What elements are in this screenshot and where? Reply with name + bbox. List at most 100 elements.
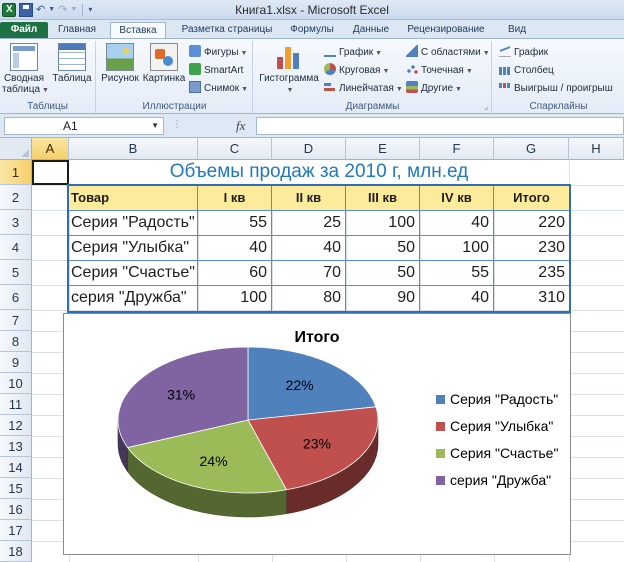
column-header-d[interactable]: D (272, 138, 346, 160)
row-header-12[interactable]: 12 (0, 415, 32, 436)
header-q4[interactable]: IV кв (420, 186, 494, 211)
tab-page-layout[interactable]: Разметка страницы (172, 22, 282, 38)
row-header-13[interactable]: 13 (0, 436, 32, 457)
table-cell-total[interactable]: 235 (494, 261, 569, 286)
name-box-value: A1 (63, 119, 78, 133)
table-cell-value[interactable]: 50 (346, 236, 420, 261)
table-cell-total[interactable]: 310 (494, 286, 569, 311)
tab-review[interactable]: Рецензирование (400, 22, 492, 38)
dialog-launcher-icon[interactable]: ⌟ (484, 102, 488, 111)
table-cell-value[interactable]: 90 (346, 286, 420, 311)
row-header-17[interactable]: 17 (0, 520, 32, 541)
tab-formulas[interactable]: Формулы (284, 22, 340, 38)
tab-view[interactable]: Вид (500, 22, 534, 38)
table-cell-value[interactable]: 40 (272, 236, 346, 261)
screenshot-button[interactable]: Снимок ▼ (189, 81, 248, 97)
sparkline-column-button[interactable]: Столбец (499, 63, 554, 79)
row-header-5[interactable]: 5 (0, 260, 32, 285)
chevron-down-icon: ▼ (465, 68, 473, 75)
row-header-8[interactable]: 8 (0, 331, 32, 352)
table-cell-total[interactable]: 220 (494, 211, 569, 236)
row-header-3[interactable]: 3 (0, 210, 32, 235)
header-q2[interactable]: II кв (272, 186, 346, 211)
column-header-f[interactable]: F (420, 138, 494, 160)
shapes-button[interactable]: Фигуры ▼ (189, 45, 247, 61)
header-product[interactable]: Товар (69, 186, 198, 211)
tab-data[interactable]: Данные (344, 22, 398, 38)
tab-home[interactable]: Главная (52, 22, 102, 38)
picture-button[interactable]: Рисунок (99, 43, 141, 84)
row-header-9[interactable]: 9 (0, 352, 32, 373)
table-cell-total[interactable]: 230 (494, 236, 569, 261)
worksheet-grid[interactable]: A B C D E F G H 1 2 3 4 5 6 7 8 9 10 11 … (0, 138, 624, 562)
row-header-18[interactable]: 18 (0, 541, 32, 562)
clipart-button[interactable]: Картинка (141, 43, 187, 84)
pie-chart-button[interactable]: Круговая ▼ (324, 63, 389, 79)
tab-insert[interactable]: Вставка (110, 22, 166, 38)
column-header-h[interactable]: H (569, 138, 624, 160)
smartart-button[interactable]: SmartArt (189, 63, 243, 79)
table-cell-value[interactable]: 70 (272, 261, 346, 286)
sparkline-column-label: Столбец (514, 65, 554, 76)
name-box[interactable]: A1 ▼ (4, 117, 164, 135)
group-label-illustrations: Иллюстрации (142, 101, 207, 112)
resize-handle-icon[interactable]: ⋮ (172, 119, 182, 130)
sparkline-line-button[interactable]: График (499, 45, 548, 61)
table-button[interactable]: Таблица (50, 43, 94, 84)
tab-file[interactable]: Файл (0, 22, 48, 38)
row-header-6[interactable]: 6 (0, 285, 32, 310)
sheet-title-cell[interactable]: Объемы продаж за 2010 г, млн.ед (69, 160, 569, 184)
column-header-c[interactable]: C (198, 138, 272, 160)
window-title: Книга1.xlsx - Microsoft Excel (235, 3, 389, 17)
formula-input[interactable] (256, 117, 624, 135)
column-header-e[interactable]: E (346, 138, 420, 160)
row-header-10[interactable]: 10 (0, 373, 32, 394)
pie-data-label: 22% (286, 377, 314, 393)
bar-chart-button[interactable]: Линейчатая ▼ (324, 81, 403, 97)
histogram-button[interactable]: Гистограмма ▼ (256, 43, 322, 96)
row-header-16[interactable]: 16 (0, 499, 32, 520)
header-q1[interactable]: I кв (198, 186, 272, 211)
pie-chart[interactable]: Итого 22% 23% 24% 31% Серия "Радость" Серия "У… (63, 313, 571, 555)
row-header-4[interactable]: 4 (0, 235, 32, 260)
table-cell-value[interactable]: 55 (420, 261, 494, 286)
scatter-chart-button[interactable]: Точечная ▼ (406, 63, 473, 79)
table-cell-value[interactable]: 25 (272, 211, 346, 236)
area-chart-button[interactable]: С областями ▼ (406, 45, 490, 61)
table-cell-product[interactable]: Серия "Улыбка" (69, 236, 198, 261)
column-header-a[interactable]: A (32, 138, 69, 160)
row-header-2[interactable]: 2 (0, 185, 32, 210)
table-cell-product[interactable]: серия "Дружба" (69, 286, 198, 311)
table-cell-value[interactable]: 100 (420, 236, 494, 261)
table-cell-value[interactable]: 60 (198, 261, 272, 286)
sparkline-winloss-button[interactable]: Выигрыш / проигрыш (499, 81, 613, 97)
line-chart-button[interactable]: График ▼ (324, 45, 382, 61)
chevron-down-icon[interactable]: ▼ (151, 118, 159, 134)
row-header-14[interactable]: 14 (0, 457, 32, 478)
row-header-7[interactable]: 7 (0, 310, 32, 331)
table-cell-value[interactable]: 50 (346, 261, 420, 286)
table-cell-value[interactable]: 100 (346, 211, 420, 236)
header-q3[interactable]: III кв (346, 186, 420, 211)
legend-swatch (436, 476, 445, 485)
insert-function-icon[interactable]: fx (236, 118, 245, 134)
pivot-table-button[interactable]: Сводная таблица ▼ (2, 43, 49, 96)
row-header-1[interactable]: 1 (0, 160, 32, 185)
table-cell-value[interactable]: 55 (198, 211, 272, 236)
sales-table: Товар I кв II кв III кв IV кв Итого Сери… (67, 184, 571, 313)
table-cell-value[interactable]: 80 (272, 286, 346, 311)
column-header-b[interactable]: B (69, 138, 198, 160)
table-cell-value[interactable]: 40 (198, 236, 272, 261)
header-total[interactable]: Итого (494, 186, 569, 211)
other-charts-button[interactable]: Другие ▼ (406, 81, 462, 97)
column-header-g[interactable]: G (494, 138, 569, 160)
table-cell-product[interactable]: Серия "Счастье" (69, 261, 198, 286)
select-all-button[interactable] (0, 138, 32, 160)
row-header-11[interactable]: 11 (0, 394, 32, 415)
table-cell-value[interactable]: 40 (420, 211, 494, 236)
table-cell-product[interactable]: Серия "Радость" (69, 211, 198, 236)
table-cell-value[interactable]: 100 (198, 286, 272, 311)
active-cell-a1[interactable] (32, 160, 69, 185)
table-cell-value[interactable]: 40 (420, 286, 494, 311)
row-header-15[interactable]: 15 (0, 478, 32, 499)
